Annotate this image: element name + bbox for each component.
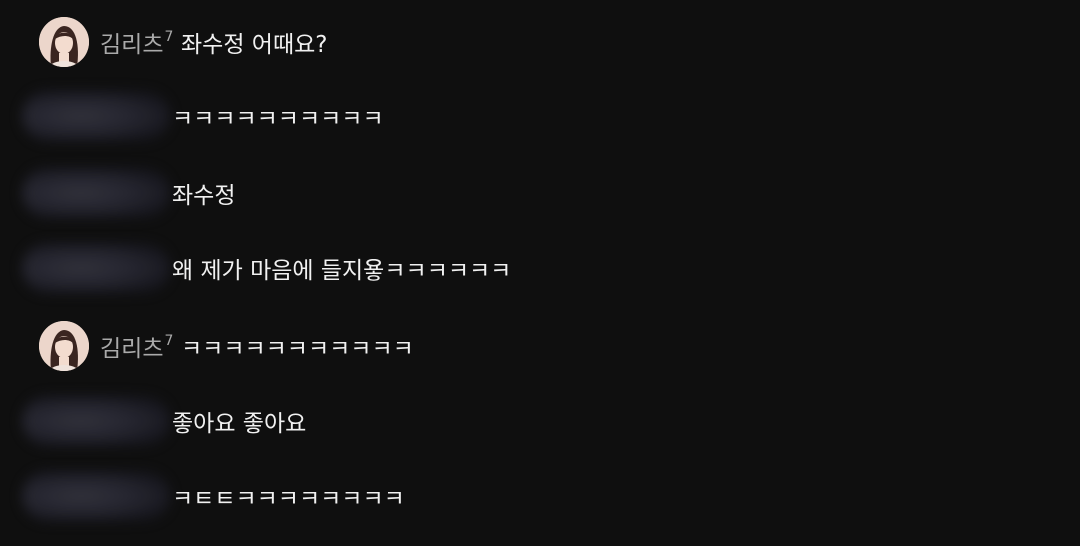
live-chat-feed: 김리츠7 좌수정 어때요? ㅋㅋㅋㅋㅋㅋㅋㅋㅋㅋ 좌수정 왜 제가 마음에 들지… [0,0,1080,546]
author-name[interactable]: 김리츠7 [100,329,173,363]
avatar-photo-icon [39,17,89,67]
author-name-text: 김리츠 [100,336,164,362]
author-badge: 7 [164,333,174,350]
author-badge: 7 [164,29,174,46]
avatar-photo-icon [39,321,89,371]
message-text: ㅋㅋㅋㅋㅋㅋㅋㅋㅋㅋㅋ [181,336,414,362]
chat-message: ㅋㅋㅋㅋㅋㅋㅋㅋㅋㅋ [0,86,1080,146]
chat-message: 왜 제가 마음에 들지욯ㅋㅋㅋㅋㅋㅋ [0,238,1080,298]
chat-message: 김리츠7 ㅋㅋㅋㅋㅋㅋㅋㅋㅋㅋㅋ [0,316,1080,376]
message-text: 좋아요 좋아요 [172,411,307,437]
chat-message: 좋아요 좋아요 [0,391,1080,451]
message-text: 좌수정 어때요? [181,32,328,58]
message-text: 왜 제가 마음에 들지욯ㅋㅋㅋㅋㅋㅋ [172,258,512,284]
author-name-text: 김리츠 [100,32,164,58]
blurred-author [22,91,170,141]
message-text: ㅋㅌㅌㅋㅋㅋㅋㅋㅋㅋㅋ [172,486,405,512]
message-text: ㅋㅋㅋㅋㅋㅋㅋㅋㅋㅋ [172,106,384,132]
blurred-author [22,396,170,446]
author-name[interactable]: 김리츠7 [100,25,173,59]
chat-message: 김리츠7 좌수정 어때요? [0,12,1080,72]
blurred-author [22,471,170,521]
blurred-author [22,243,170,293]
message-text: 좌수정 [172,183,236,209]
avatar[interactable] [39,17,89,67]
blurred-author [22,168,170,218]
chat-message: ㅋㅌㅌㅋㅋㅋㅋㅋㅋㅋㅋ [0,466,1080,526]
chat-message: 좌수정 [0,163,1080,223]
avatar[interactable] [39,321,89,371]
